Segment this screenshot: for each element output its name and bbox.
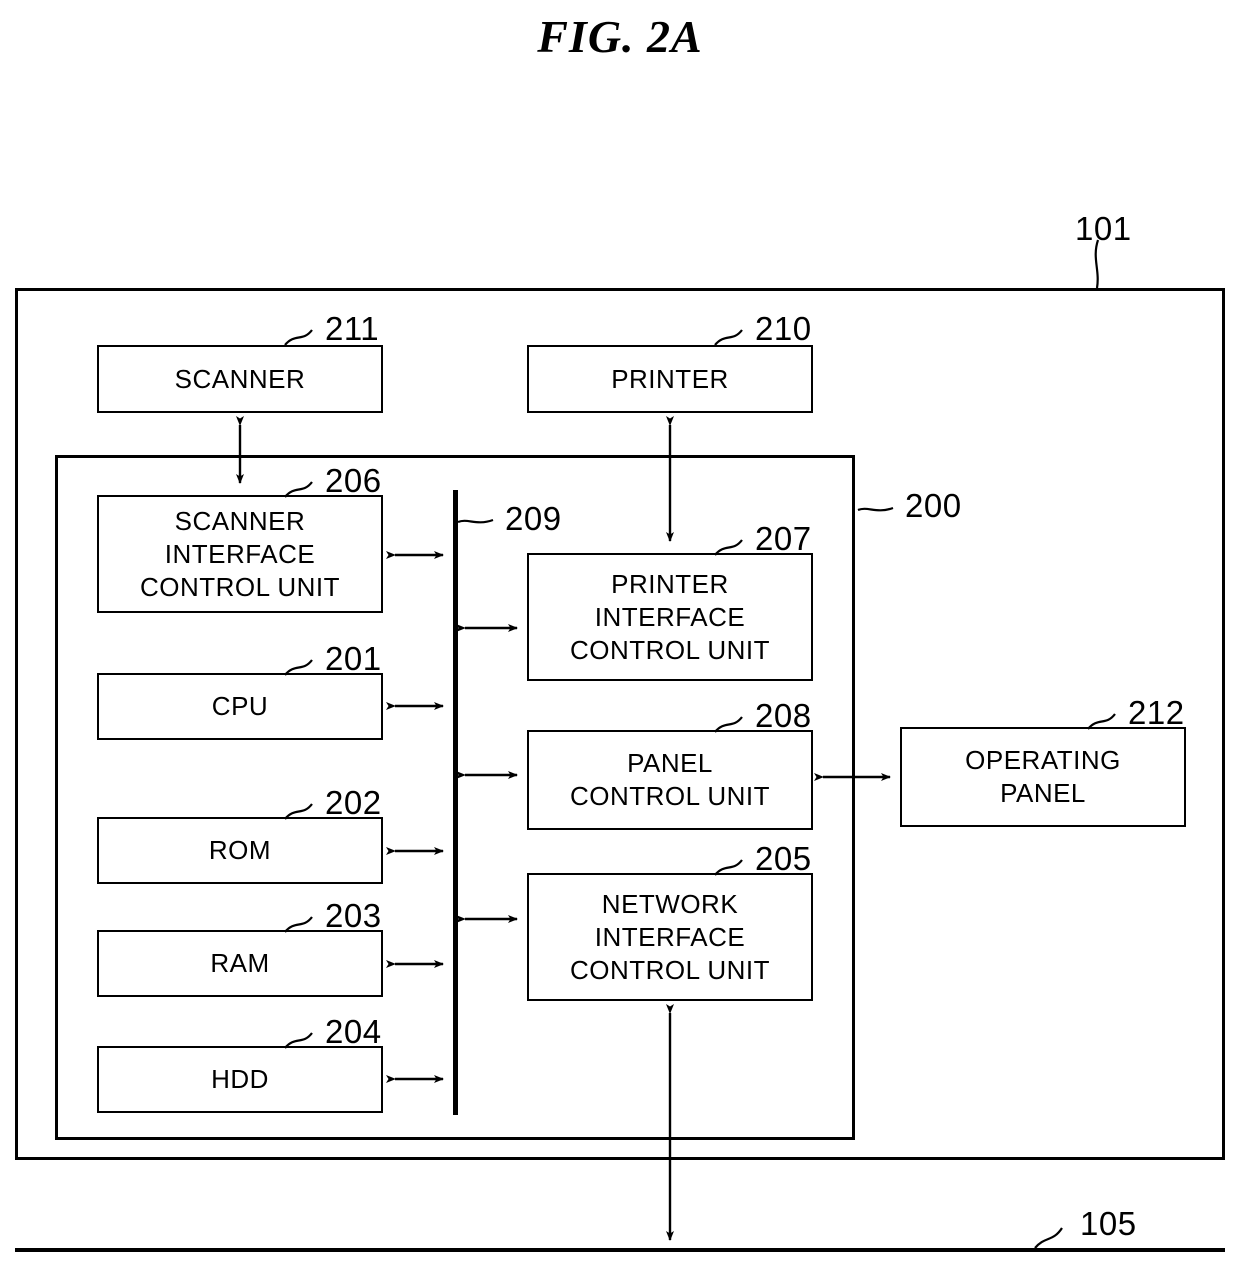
block-scanner-label: SCANNER	[174, 363, 306, 394]
ref-number-212: 212	[1128, 694, 1185, 731]
system-bus-209	[453, 490, 458, 1115]
block-operating-panel: OPERATING PANEL	[900, 727, 1186, 827]
block-network-interface-control-unit: NETWORK INTERFACE CONTROL UNIT	[527, 873, 813, 1001]
block-hdd-label: HDD	[211, 1064, 269, 1094]
block-panel-control-unit: PANEL CONTROL UNIT	[527, 730, 813, 830]
ref-number-202: 202	[325, 784, 382, 821]
block-rom: ROM	[97, 817, 383, 884]
block-operating-panel-label: OPERATING PANEL	[965, 745, 1121, 808]
block-hdd: HDD	[97, 1046, 383, 1113]
ref-number-210: 210	[755, 310, 812, 347]
block-cpu-label: CPU	[211, 691, 269, 721]
ref-number-201: 201	[325, 640, 382, 677]
block-panel-control-unit-label: PANEL CONTROL UNIT	[569, 748, 771, 811]
ref-number-200: 200	[905, 487, 962, 524]
block-printer-interface-control-unit: PRINTER INTERFACE CONTROL UNIT	[527, 553, 813, 681]
ref-number-204: 204	[325, 1013, 382, 1050]
block-cpu: CPU	[97, 673, 383, 740]
block-network-interface-control-unit-label: NETWORK INTERFACE CONTROL UNIT	[569, 888, 771, 985]
block-scanner-interface-control-unit-label: SCANNER INTERFACE CONTROL UNIT	[139, 505, 341, 602]
block-printer: PRINTER	[527, 345, 813, 413]
ref-number-105: 105	[1080, 1205, 1137, 1242]
ref-number-203: 203	[325, 897, 382, 934]
block-ram-label: RAM	[210, 948, 270, 978]
ref-number-211: 211	[325, 310, 380, 347]
block-printer-interface-control-unit-label: PRINTER INTERFACE CONTROL UNIT	[569, 568, 771, 665]
ref-number-207: 207	[755, 520, 812, 557]
block-scanner-interface-control-unit: SCANNER INTERFACE CONTROL UNIT	[97, 495, 383, 613]
block-scanner: SCANNER	[97, 345, 383, 413]
block-printer-label: PRINTER	[611, 363, 729, 394]
ref-number-209: 209	[505, 500, 562, 537]
ref-number-208: 208	[755, 697, 812, 734]
ref-number-205: 205	[755, 840, 812, 877]
block-ram: RAM	[97, 930, 383, 997]
network-line-105	[15, 1248, 1225, 1252]
ref-number-206: 206	[325, 462, 382, 499]
figure-title: FIG. 2A	[537, 11, 703, 62]
ref-number-101: 101	[1075, 210, 1132, 247]
block-rom-label: ROM	[208, 835, 272, 865]
